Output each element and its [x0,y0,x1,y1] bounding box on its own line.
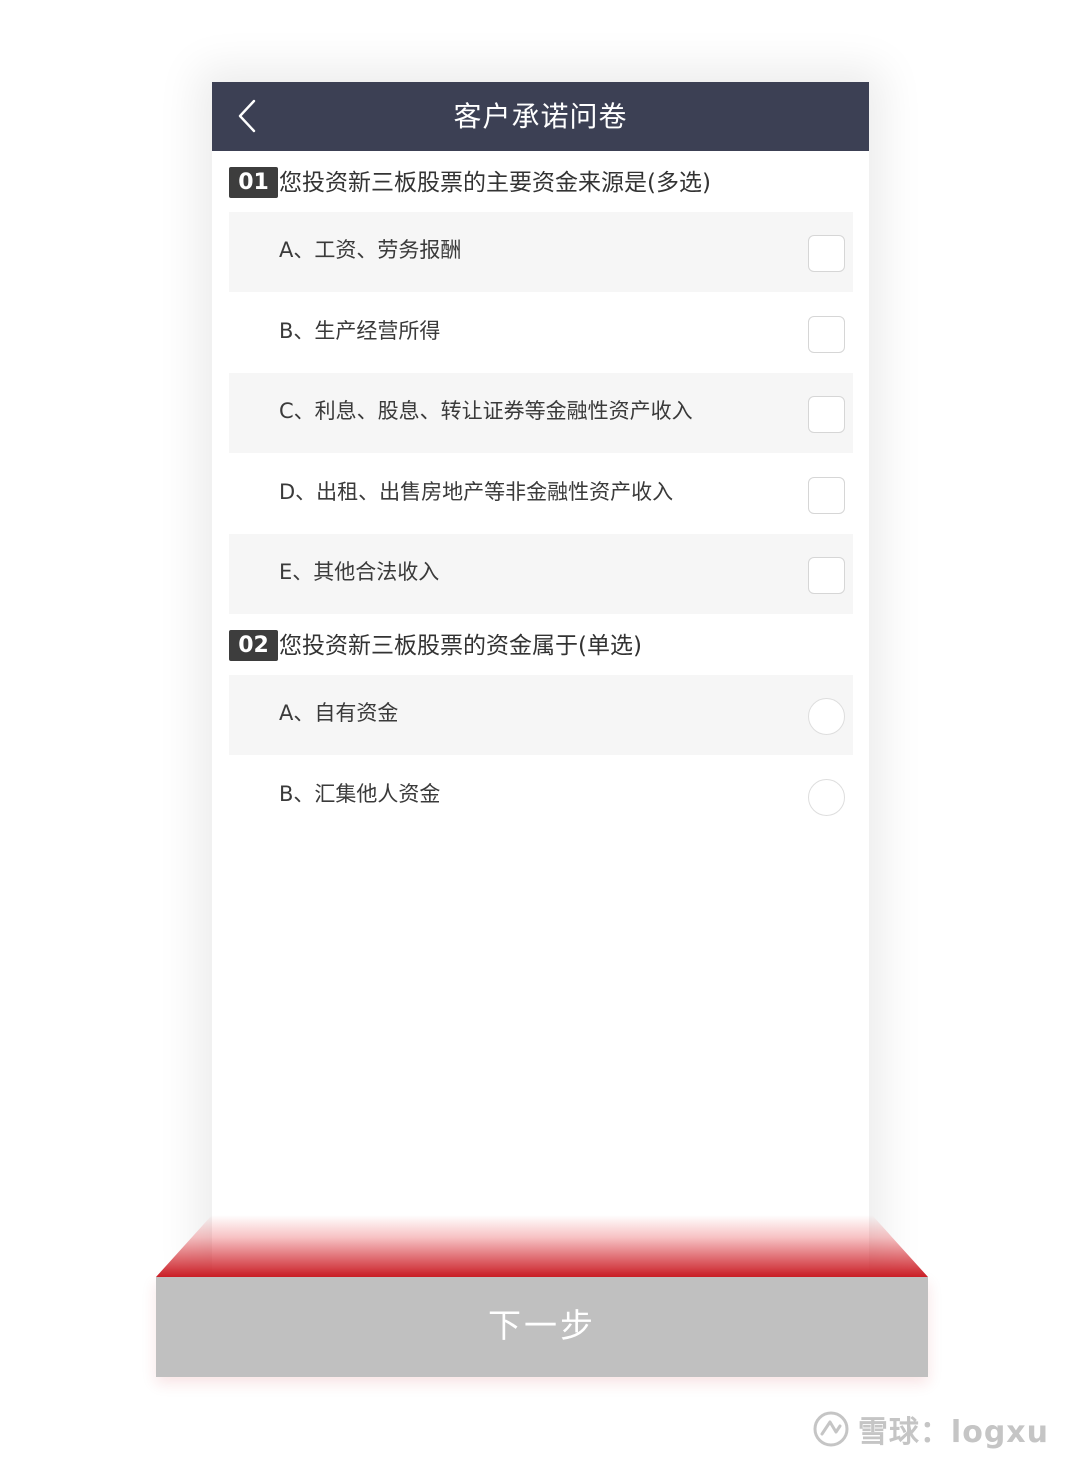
question-number-badge: 01 [229,166,278,198]
watermark: 雪球：logxu [812,1404,1049,1454]
option-label: A、工资、劳务报酬 [279,238,462,262]
page-title: 客户承诺问卷 [453,100,628,133]
question-text: 您投资新三板股票的资金属于(单选) [279,633,642,659]
question-number-badge: 02 [229,629,278,661]
option-label: B、汇集他人资金 [279,782,441,806]
option-q2-b[interactable]: B、汇集他人资金 [229,756,853,836]
decorative-red-band [156,1215,928,1277]
question-2: 02 您投资新三板股票的资金属于(单选) [229,623,642,663]
option-q1-c[interactable]: C、利息、股息、转让证券等金融性资产收入 [229,373,853,453]
checkbox[interactable] [808,557,845,594]
option-q1-d[interactable]: D、出租、出售房地产等非金融性资产收入 [229,454,853,534]
question-1: 01 您投资新三板股票的主要资金来源是(多选) [229,160,711,200]
watermark-text: 雪球：logxu [857,1415,1049,1450]
option-label: E、其他合法收入 [279,560,440,584]
checkbox[interactable] [808,477,845,514]
option-label: B、生产经营所得 [279,319,441,343]
checkbox[interactable] [808,396,845,433]
option-q1-e[interactable]: E、其他合法收入 [229,534,853,614]
option-label: C、利息、股息、转让证券等金融性资产收入 [279,399,693,423]
phone-screen: 客户承诺问卷 01 您投资新三板股票的主要资金来源是(多选) A、工资、劳务报酬… [212,82,869,1272]
snowball-logo-icon [813,1411,849,1447]
next-step-button[interactable]: 下一步 [156,1277,928,1377]
question-text: 您投资新三板股票的主要资金来源是(多选) [279,170,711,196]
checkbox[interactable] [808,235,845,272]
option-q1-a[interactable]: A、工资、劳务报酬 [229,212,853,292]
option-q2-a[interactable]: A、自有资金 [229,675,853,755]
checkbox[interactable] [808,316,845,353]
option-label: A、自有资金 [279,701,399,725]
option-q1-b[interactable]: B、生产经营所得 [229,293,853,373]
option-label: D、出租、出售房地产等非金融性资产收入 [279,480,674,504]
radio-button[interactable] [808,698,845,735]
title-bar: 客户承诺问卷 [212,82,869,151]
radio-button[interactable] [808,779,845,816]
